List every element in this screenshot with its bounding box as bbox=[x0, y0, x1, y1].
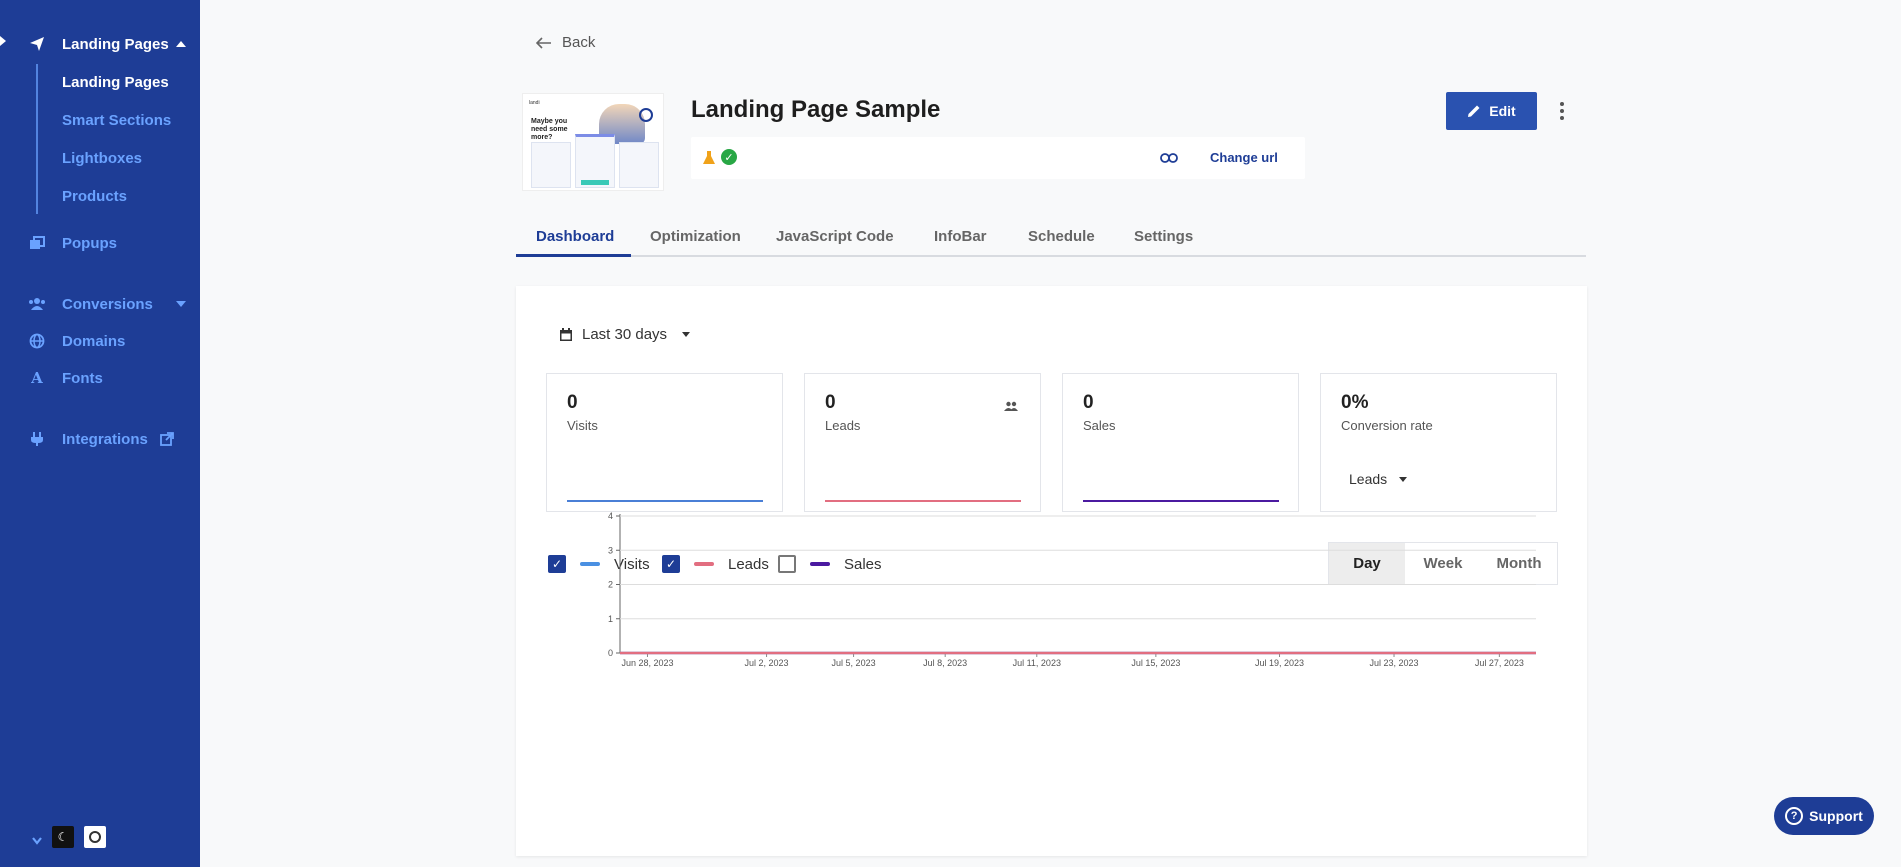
change-url-button[interactable]: Change url bbox=[1210, 150, 1278, 165]
x-tick-label: Jul 23, 2023 bbox=[1369, 658, 1418, 668]
users-icon bbox=[28, 295, 46, 313]
dark-mode-icon[interactable]: ☾ bbox=[52, 826, 74, 848]
thumbnail-button bbox=[581, 180, 609, 185]
y-tick-label: 4 bbox=[608, 511, 613, 521]
chevron-down-icon bbox=[176, 301, 186, 307]
sidebar-subitem-landing-pages[interactable]: Landing Pages bbox=[62, 74, 169, 91]
x-tick-label: Jul 19, 2023 bbox=[1255, 658, 1304, 668]
dashboard-card: Last 30 days 0 Visits 0 Leads 0 Sales 0%… bbox=[516, 286, 1587, 856]
tab-javascript-code[interactable]: JavaScript Code bbox=[776, 228, 894, 245]
page-title: Landing Page Sample bbox=[691, 96, 941, 123]
x-tick-label: Jul 5, 2023 bbox=[832, 658, 876, 668]
link-icon[interactable] bbox=[1160, 147, 1178, 168]
y-tick-label: 2 bbox=[608, 580, 613, 590]
page-thumbnail[interactable]: landi Maybe you need some more? bbox=[522, 93, 664, 191]
flask-icon bbox=[701, 150, 717, 171]
check-circle-icon: ✓ bbox=[721, 149, 737, 165]
thumbnail-brand: landi bbox=[529, 100, 540, 106]
line-chart: 0 1 2 3 4 Jun 28, 2023 Jul 2, 2023 Jul 5, 2023 J… bbox=[608, 511, 1536, 668]
thumbnail-card bbox=[531, 142, 571, 188]
external-link-icon bbox=[160, 432, 174, 450]
chevron-down-icon[interactable] bbox=[32, 832, 42, 845]
globe-icon bbox=[28, 332, 46, 350]
question-icon: ? bbox=[1785, 807, 1804, 825]
theme-switcher: ☾ bbox=[32, 826, 106, 848]
x-tick-label: Jul 11, 2023 bbox=[1013, 658, 1061, 668]
back-link[interactable]: Back bbox=[536, 34, 595, 51]
sidebar-item-landing-pages[interactable]: Landing Pages bbox=[0, 29, 200, 59]
tab-bar: Dashboard Optimization JavaScript Code I… bbox=[516, 222, 1586, 257]
thumbnail-heading: Maybe you need some more? bbox=[531, 118, 568, 141]
submenu-line bbox=[36, 64, 38, 214]
paper-plane-icon bbox=[28, 35, 46, 53]
thumbnail-check-icon bbox=[639, 108, 653, 122]
tab-infobar[interactable]: InfoBar bbox=[934, 228, 987, 245]
thumbnail-card bbox=[619, 142, 659, 188]
x-tick-label: Jul 8, 2023 bbox=[923, 658, 967, 668]
active-tab-indicator bbox=[516, 254, 631, 257]
tab-settings[interactable]: Settings bbox=[1134, 228, 1193, 245]
sidebar-subitem-products[interactable]: Products bbox=[62, 188, 127, 205]
sidebar-subitem-smart-sections[interactable]: Smart Sections bbox=[62, 112, 171, 129]
tab-dashboard[interactable]: Dashboard bbox=[536, 228, 614, 245]
sidebar-item-conversions[interactable]: Conversions bbox=[0, 289, 200, 319]
x-tick-label: Jun 28, 2023 bbox=[621, 658, 673, 668]
x-tick-label: Jul 2, 2023 bbox=[745, 658, 789, 668]
pencil-icon bbox=[1468, 105, 1480, 117]
arrow-left-icon bbox=[536, 36, 551, 49]
x-tick-label: Jul 15, 2023 bbox=[1131, 658, 1180, 668]
popups-icon bbox=[28, 234, 46, 252]
plug-icon bbox=[28, 430, 46, 448]
x-tick-label: Jul 27, 2023 bbox=[1475, 658, 1524, 668]
chevron-up-icon bbox=[176, 41, 186, 47]
light-mode-icon[interactable] bbox=[84, 826, 106, 848]
font-icon: A bbox=[31, 369, 43, 387]
tab-optimization[interactable]: Optimization bbox=[650, 228, 741, 245]
sidebar: Landing Pages Landing Pages Smart Sectio… bbox=[0, 0, 200, 867]
edit-button[interactable]: Edit bbox=[1446, 92, 1537, 130]
y-tick-label: 0 bbox=[608, 648, 613, 658]
more-options-icon[interactable] bbox=[1560, 102, 1564, 120]
support-button[interactable]: ? Support bbox=[1774, 797, 1874, 835]
y-tick-label: 1 bbox=[608, 614, 613, 624]
url-bar: ✓ Change url bbox=[691, 137, 1305, 179]
sidebar-item-integrations[interactable]: Integrations bbox=[0, 424, 200, 454]
tab-schedule[interactable]: Schedule bbox=[1028, 228, 1095, 245]
y-tick-label: 3 bbox=[608, 545, 613, 555]
sidebar-subitem-lightboxes[interactable]: Lightboxes bbox=[62, 150, 142, 167]
